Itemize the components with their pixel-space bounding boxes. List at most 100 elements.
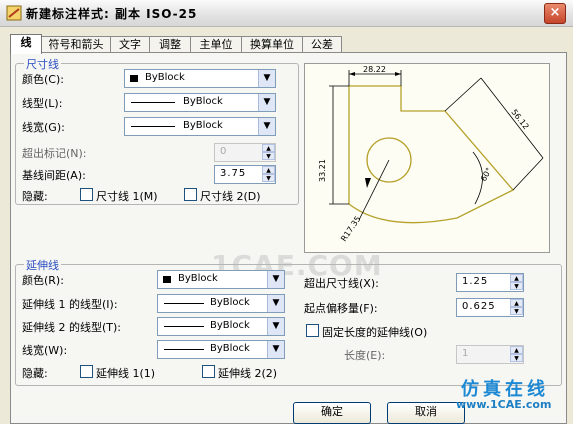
ext1-linetype-value: ByBlock bbox=[210, 297, 250, 308]
brand-url: www.1CAE.com bbox=[456, 398, 552, 411]
fixed-length-label[interactable]: 固定长度的延伸线(O) bbox=[322, 324, 427, 340]
arrow-down-icon[interactable]: ▼ bbox=[262, 174, 275, 182]
extend-beyond-value: 1.25 bbox=[462, 276, 489, 287]
color-swatch bbox=[130, 75, 138, 82]
ext-color-combo[interactable]: ByBlock ▼ bbox=[157, 270, 285, 289]
suppress-dimline1-checkbox[interactable] bbox=[80, 188, 93, 201]
suppress-dimline2-checkbox[interactable] bbox=[184, 188, 197, 201]
ext-color-value: ByBlock bbox=[178, 273, 218, 284]
dim-lineweight-label: 线宽(G): bbox=[22, 121, 65, 134]
cancel-button[interactable]: 取消 bbox=[387, 402, 465, 424]
dim-lines-group: 尺寸线 颜色(C): ByBlock ▼ 线型(L): ByBlock ▼ 线宽… bbox=[15, 56, 299, 205]
preview-dim-left: 33.21 bbox=[318, 159, 327, 182]
length-spinner[interactable]: 1 ▲ ▼ bbox=[456, 345, 524, 364]
dimstyle-app-icon bbox=[6, 5, 22, 21]
baseline-spacing-spinner[interactable]: 3.75 ▲ ▼ bbox=[214, 165, 276, 184]
tab-text[interactable]: 文字 bbox=[110, 36, 150, 53]
extend-ticks-spinner[interactable]: 0 ▲ ▼ bbox=[214, 143, 276, 162]
color-swatch bbox=[163, 276, 171, 283]
tab-primary-units[interactable]: 主单位 bbox=[190, 36, 242, 53]
length-value: 1 bbox=[462, 348, 470, 359]
arrow-up-icon[interactable]: ▲ bbox=[510, 299, 523, 307]
arrow-up-icon[interactable]: ▲ bbox=[262, 144, 275, 152]
preview-pane: 28.22 33.21 56.12 R17.35 60° bbox=[304, 63, 550, 253]
spinner-arrows[interactable]: ▲ ▼ bbox=[510, 346, 523, 363]
ext2-linetype-combo[interactable]: ByBlock ▼ bbox=[157, 317, 285, 336]
tab-tolerances[interactable]: 公差 bbox=[302, 36, 342, 53]
dim-linetype-value: ByBlock bbox=[183, 96, 223, 107]
arrow-down-icon[interactable]: ▼ bbox=[510, 354, 523, 362]
offset-value: 0.625 bbox=[462, 301, 496, 312]
suppress-ext1-checkbox[interactable] bbox=[80, 365, 93, 378]
tab-fit[interactable]: 调整 bbox=[149, 36, 191, 53]
tab-symbols-arrows[interactable]: 符号和箭头 bbox=[41, 36, 111, 53]
suppress-ext2-checkbox[interactable] bbox=[202, 365, 215, 378]
extend-beyond-spinner[interactable]: 1.25 ▲ ▼ bbox=[456, 273, 524, 292]
offset-label: 起点偏移量(F): bbox=[304, 302, 378, 315]
dim-suppress-label: 隐藏: bbox=[22, 190, 48, 203]
suppress-dimline2-label[interactable]: 尺寸线 2(D) bbox=[200, 188, 261, 204]
arrow-down-icon[interactable]: ▼ bbox=[510, 282, 523, 290]
close-icon: × bbox=[549, 5, 561, 20]
dim-color-label: 颜色(C): bbox=[22, 73, 64, 86]
arrow-up-icon[interactable]: ▲ bbox=[510, 274, 523, 282]
ext-lineweight-label: 线宽(W): bbox=[22, 344, 68, 357]
dim-lines-group-title: 尺寸线 bbox=[24, 56, 61, 72]
tab-alternate-units[interactable]: 换算单位 bbox=[241, 36, 303, 53]
line-sample bbox=[131, 126, 175, 127]
spinner-arrows[interactable]: ▲ ▼ bbox=[510, 274, 523, 291]
close-button[interactable]: × bbox=[544, 3, 566, 24]
tab-page: 尺寸线 颜色(C): ByBlock ▼ 线型(L): ByBlock ▼ 线宽… bbox=[10, 52, 567, 424]
dim-lineweight-combo[interactable]: ByBlock ▼ bbox=[124, 117, 276, 136]
spinner-arrows[interactable]: ▲ ▼ bbox=[262, 144, 275, 161]
suppress-dimline1-label[interactable]: 尺寸线 1(M) bbox=[96, 188, 158, 204]
baseline-spacing-value: 3.75 bbox=[220, 168, 247, 179]
chevron-down-icon[interactable]: ▼ bbox=[267, 341, 284, 358]
tab-lines[interactable]: 线 bbox=[10, 34, 42, 54]
ext-suppress-label: 隐藏: bbox=[22, 367, 48, 380]
arrow-up-icon[interactable]: ▲ bbox=[510, 346, 523, 354]
line-sample bbox=[164, 303, 204, 304]
ext-lines-group-title: 延伸线 bbox=[24, 257, 61, 273]
ext-lineweight-value: ByBlock bbox=[210, 343, 250, 354]
title-bar: 新建标注样式: 副本 ISO-25 × bbox=[0, 0, 573, 27]
preview-drawing: 28.22 33.21 56.12 R17.35 60° bbox=[318, 65, 544, 243]
extend-ticks-label: 超出标记(N): bbox=[22, 147, 87, 160]
fixed-length-checkbox[interactable] bbox=[306, 324, 319, 337]
ok-button[interactable]: 确定 bbox=[293, 402, 371, 424]
suppress-ext1-label[interactable]: 延伸线 1(1) bbox=[96, 365, 155, 381]
line-sample bbox=[131, 102, 175, 103]
chevron-down-icon[interactable]: ▼ bbox=[258, 118, 275, 135]
chevron-down-icon[interactable]: ▼ bbox=[258, 94, 275, 111]
dim-linetype-combo[interactable]: ByBlock ▼ bbox=[124, 93, 276, 112]
line-sample bbox=[164, 326, 204, 327]
window-title: 新建标注样式: 副本 ISO-25 bbox=[26, 7, 198, 21]
ext1-linetype-combo[interactable]: ByBlock ▼ bbox=[157, 294, 285, 313]
ext-lineweight-combo[interactable]: ByBlock ▼ bbox=[157, 340, 285, 359]
preview-dim-top: 28.22 bbox=[363, 65, 386, 74]
dim-color-value: ByBlock bbox=[145, 72, 185, 83]
preview-dim-radius: R17.35 bbox=[339, 214, 362, 243]
extend-ticks-value: 0 bbox=[220, 146, 228, 157]
ext2-linetype-value: ByBlock bbox=[210, 320, 250, 331]
arrow-up-icon[interactable]: ▲ bbox=[262, 166, 275, 174]
chevron-down-icon[interactable]: ▼ bbox=[267, 271, 284, 288]
spinner-arrows[interactable]: ▲ ▼ bbox=[262, 166, 275, 183]
line-sample bbox=[164, 349, 204, 350]
suppress-ext2-label[interactable]: 延伸线 2(2) bbox=[218, 365, 277, 381]
spinner-arrows[interactable]: ▲ ▼ bbox=[510, 299, 523, 316]
ext-color-label: 颜色(R): bbox=[22, 274, 64, 287]
chevron-down-icon[interactable]: ▼ bbox=[258, 70, 275, 87]
arrow-down-icon[interactable]: ▼ bbox=[510, 307, 523, 315]
arrow-down-icon[interactable]: ▼ bbox=[262, 152, 275, 160]
dim-lineweight-value: ByBlock bbox=[183, 120, 223, 131]
ext1-linetype-label: 延伸线 1 的线型(I): bbox=[22, 298, 118, 311]
ext-lines-group: 延伸线 颜色(R): ByBlock ▼ 延伸线 1 的线型(I): ByBlo… bbox=[15, 257, 562, 386]
extend-beyond-label: 超出尺寸线(X): bbox=[304, 277, 379, 290]
baseline-spacing-label: 基线间距(A): bbox=[22, 169, 86, 182]
chevron-down-icon[interactable]: ▼ bbox=[267, 318, 284, 335]
chevron-down-icon[interactable]: ▼ bbox=[267, 295, 284, 312]
dim-color-combo[interactable]: ByBlock ▼ bbox=[124, 69, 276, 88]
offset-spinner[interactable]: 0.625 ▲ ▼ bbox=[456, 298, 524, 317]
dim-linetype-label: 线型(L): bbox=[22, 97, 63, 110]
